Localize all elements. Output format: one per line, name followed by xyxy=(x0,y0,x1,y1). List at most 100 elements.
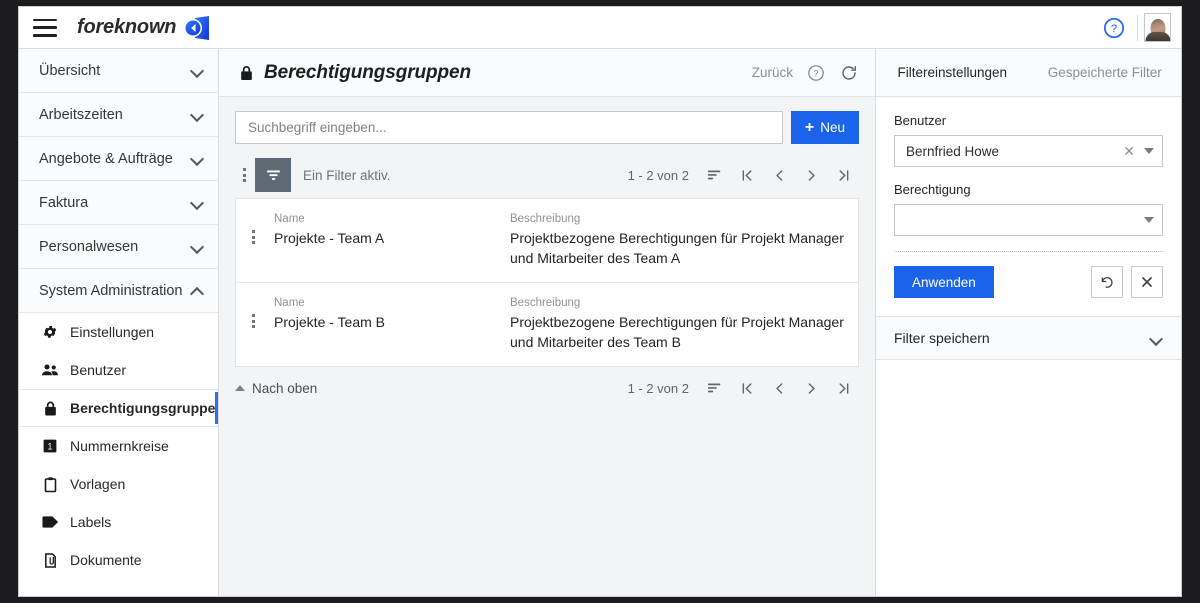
filter-panel: Filtereinstellungen Gespeicherte Filter … xyxy=(876,49,1181,596)
first-page-icon[interactable] xyxy=(731,161,763,189)
apply-button[interactable]: Anwenden xyxy=(894,266,994,298)
sidebar-item-einstellungen[interactable]: Einstellungen xyxy=(19,313,218,351)
cell-description: Beschreibung Projektbezogene Berechtigun… xyxy=(498,297,848,352)
prev-page-icon[interactable] xyxy=(763,374,795,402)
filter-panel-actions: Anwenden xyxy=(894,266,1163,316)
tab-filtereinstellungen[interactable]: Filtereinstellungen xyxy=(876,49,1029,96)
benutzer-select[interactable]: Bernfried Howe ✕ xyxy=(894,135,1163,167)
caret-up-icon xyxy=(235,385,245,392)
sidebar-item-vorlagen[interactable]: Vorlagen xyxy=(19,465,218,503)
chevron-up-icon xyxy=(191,284,204,297)
berechtigung-select[interactable] xyxy=(894,204,1163,236)
last-page-icon[interactable] xyxy=(827,161,859,189)
refresh-icon[interactable] xyxy=(839,63,859,83)
column-header-description: Beschreibung xyxy=(510,213,581,225)
cell-description: Beschreibung Projektbezogene Berechtigun… xyxy=(498,213,848,268)
page-title: Berechtigungsgruppen xyxy=(264,61,472,83)
sidebar-group-label: Personalwesen xyxy=(39,238,139,255)
field-label: Berechtigung xyxy=(894,182,971,197)
svg-text:?: ? xyxy=(813,68,818,78)
sidebar-group-personalwesen[interactable]: Personalwesen xyxy=(19,225,218,269)
filter-panel-tabs: Filtereinstellungen Gespeicherte Filter xyxy=(876,49,1181,97)
sidebar-group-label: Übersicht xyxy=(39,62,101,79)
sidebar-item-nummernkreise[interactable]: 1 Nummernkreise xyxy=(19,427,218,465)
sidebar-item-labels[interactable]: Labels xyxy=(19,503,218,541)
sidebar-item-benutzer[interactable]: Benutzer xyxy=(19,351,218,389)
search-input[interactable] xyxy=(235,111,783,144)
list-toolbar: Ein Filter aktiv. 1 - 2 von 2 xyxy=(235,158,859,192)
help-circle-icon[interactable]: ? xyxy=(806,63,826,83)
chevron-down-icon xyxy=(1144,148,1154,154)
sidebar-group-label: Arbeitszeiten xyxy=(39,106,123,123)
brand[interactable]: foreknown xyxy=(77,15,214,41)
sidebar-group-label: System Administration xyxy=(39,282,183,299)
pagination-controls: 1 - 2 von 2 xyxy=(628,161,859,189)
sidebar-group-label: Faktura xyxy=(39,194,89,211)
sidebar-item-label: Nummernkreise xyxy=(70,438,169,454)
column-header-name: Name xyxy=(274,213,305,225)
prev-page-icon[interactable] xyxy=(763,161,795,189)
last-page-icon[interactable] xyxy=(827,374,859,402)
user-avatar[interactable] xyxy=(1144,13,1171,42)
svg-text:?: ? xyxy=(1111,23,1117,35)
more-vertical-icon[interactable] xyxy=(244,311,262,331)
row-name-value: Projekte - Team B xyxy=(274,314,386,331)
sidebar-group-uebersicht[interactable]: Übersicht xyxy=(19,49,218,93)
chevron-down-icon xyxy=(1144,217,1154,223)
lock-icon xyxy=(237,64,255,82)
brand-name: foreknown xyxy=(77,16,177,38)
top-bar: foreknown ? xyxy=(19,7,1181,49)
back-link[interactable]: Zurück xyxy=(752,65,793,80)
permission-groups-list: Name Projekte - Team A Beschreibung Proj… xyxy=(235,198,859,368)
sidebar: Übersicht Arbeitszeiten Angebote & Auftr… xyxy=(19,49,219,596)
search-row: + Neu xyxy=(235,111,859,144)
app-window: foreknown ? Übersicht Arbeitszeiten Ange… xyxy=(18,6,1182,597)
new-button[interactable]: + Neu xyxy=(790,111,859,144)
divider xyxy=(894,251,1163,252)
column-header-description: Beschreibung xyxy=(510,297,581,310)
hamburger-icon[interactable] xyxy=(33,18,57,37)
chevron-down-icon xyxy=(191,152,204,165)
scroll-to-top-label: Nach oben xyxy=(252,380,318,396)
first-page-icon[interactable] xyxy=(731,374,763,402)
close-icon[interactable] xyxy=(1131,266,1163,298)
sidebar-item-berechtigungsgruppen[interactable]: Berechtigungsgruppen xyxy=(19,389,218,427)
top-bar-actions: ? xyxy=(1097,11,1171,45)
more-vertical-icon[interactable] xyxy=(235,165,253,185)
sidebar-item-dokumente[interactable]: Dokumente xyxy=(19,541,218,579)
more-vertical-icon[interactable] xyxy=(244,227,262,247)
help-circle-icon[interactable]: ? xyxy=(1097,11,1131,45)
row-description-value: Projektbezogene Berechtigungen für Proje… xyxy=(510,230,844,267)
scroll-to-top-button[interactable]: Nach oben xyxy=(235,381,317,396)
sort-icon[interactable] xyxy=(699,374,731,402)
clear-icon[interactable]: ✕ xyxy=(1123,143,1135,160)
sidebar-item-label: Einstellungen xyxy=(70,324,155,340)
foreknown-logo xyxy=(182,15,214,41)
column-header-name: Name xyxy=(274,297,305,310)
divider xyxy=(1137,14,1138,41)
undo-icon[interactable] xyxy=(1091,266,1123,298)
filter-status-text: Ein Filter aktiv. xyxy=(303,167,391,183)
tag-icon xyxy=(41,513,59,531)
table-row[interactable]: Name Projekte - Team A Beschreibung Proj… xyxy=(236,199,858,282)
next-page-icon[interactable] xyxy=(795,374,827,402)
save-filter-section[interactable]: Filter speichern xyxy=(876,316,1181,360)
sort-icon[interactable] xyxy=(699,161,731,189)
lock-icon xyxy=(41,399,59,417)
sidebar-group-label: Angebote & Aufträge xyxy=(39,150,173,167)
tab-gespeicherte-filter[interactable]: Gespeicherte Filter xyxy=(1029,49,1182,96)
document-icon xyxy=(41,551,59,569)
sidebar-group-system-administration[interactable]: System Administration xyxy=(19,269,218,313)
sidebar-item-label: Dokumente xyxy=(70,552,142,568)
filter-funnel-icon[interactable] xyxy=(255,158,291,192)
table-row[interactable]: Name Projekte - Team B Beschreibung Proj… xyxy=(236,282,858,366)
next-page-icon[interactable] xyxy=(795,161,827,189)
sidebar-group-angebote-auftraege[interactable]: Angebote & Aufträge xyxy=(19,137,218,181)
new-button-label: Neu xyxy=(820,120,845,135)
chevron-down-icon xyxy=(191,196,204,209)
sidebar-group-faktura[interactable]: Faktura xyxy=(19,181,218,225)
clipboard-icon xyxy=(41,475,59,493)
row-description-value: Projektbezogene Berechtigungen für Proje… xyxy=(510,314,844,351)
sidebar-group-arbeitszeiten[interactable]: Arbeitszeiten xyxy=(19,93,218,137)
save-filter-label: Filter speichern xyxy=(894,330,990,346)
